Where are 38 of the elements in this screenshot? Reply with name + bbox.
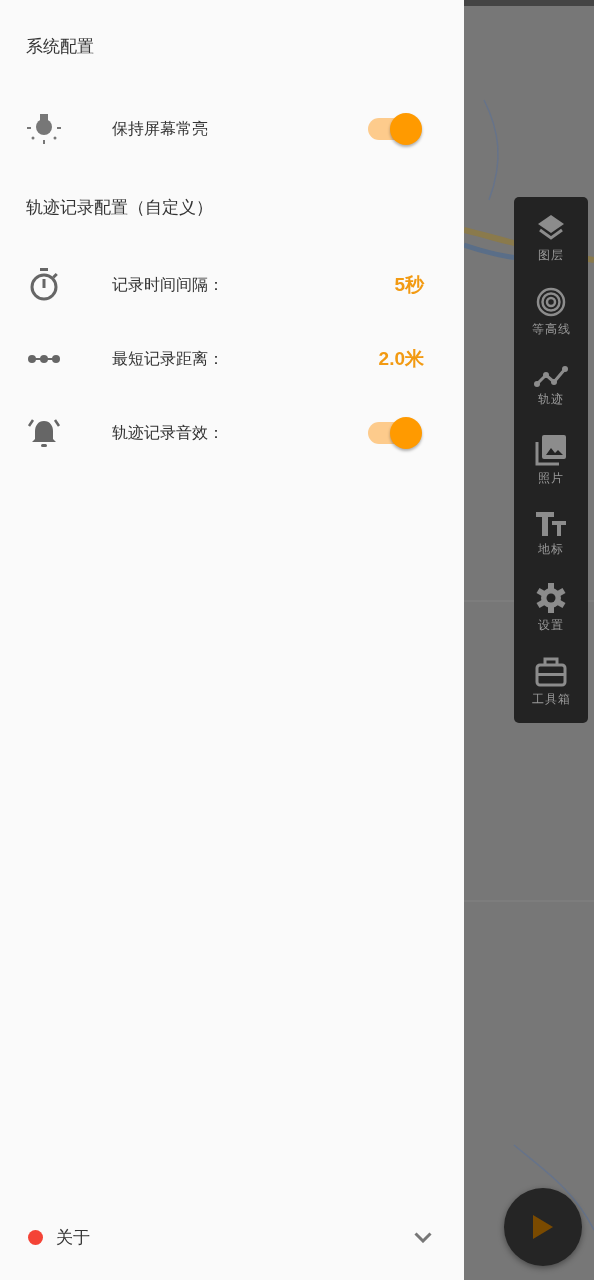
- tool-label: 照片: [538, 469, 564, 487]
- text-size-icon: [535, 510, 567, 537]
- toolbar-button[interactable]: 工具箱: [514, 645, 588, 719]
- bell-icon: [27, 417, 61, 449]
- setting-value: 2.0米: [378, 347, 424, 371]
- toolbox-icon: [535, 656, 567, 687]
- stopwatch-icon: [28, 268, 60, 302]
- section-title: 系统配置: [25, 34, 95, 58]
- chevron-down-icon: [414, 1231, 432, 1243]
- about-label: 关于: [56, 1225, 91, 1249]
- tool-label: 等高线: [531, 320, 571, 338]
- tool-label: 图层: [538, 246, 564, 264]
- toggle-switch[interactable]: [366, 112, 424, 146]
- setting-label: 最短记录距离：: [112, 348, 225, 370]
- setting-label: 轨迹记录音效：: [112, 422, 225, 444]
- toolbar-button[interactable]: 照片: [514, 423, 588, 497]
- toggle-switch[interactable]: [366, 416, 424, 450]
- toolbar-button[interactable]: 图层: [514, 201, 588, 275]
- toolbar-button[interactable]: 地标: [514, 497, 588, 571]
- about-item[interactable]: 关于: [0, 1194, 464, 1280]
- settings-icon: [536, 582, 566, 613]
- tool-label: 工具箱: [531, 690, 571, 708]
- track-line-icon: [534, 364, 568, 387]
- photos-icon: [535, 433, 567, 466]
- toolbar-button[interactable]: 等高线: [514, 275, 588, 349]
- tool-label: 设置: [538, 616, 564, 634]
- light-bulb-icon: [26, 114, 62, 144]
- setting-label: 记录时间间隔：: [112, 274, 225, 296]
- play-icon: [532, 1214, 554, 1240]
- tool-label: 地标: [538, 540, 564, 558]
- setting-label: 保持屏幕常亮: [112, 118, 209, 140]
- toolbar-button[interactable]: 设置: [514, 571, 588, 645]
- contour-icon: [536, 286, 566, 317]
- toolbar-button[interactable]: 轨迹: [514, 349, 588, 423]
- section-title: 轨迹记录配置（自定义）: [25, 195, 214, 219]
- dotted-line-icon: [28, 354, 60, 364]
- setting-value: 5秒: [394, 273, 424, 297]
- tool-label: 轨迹: [538, 390, 564, 408]
